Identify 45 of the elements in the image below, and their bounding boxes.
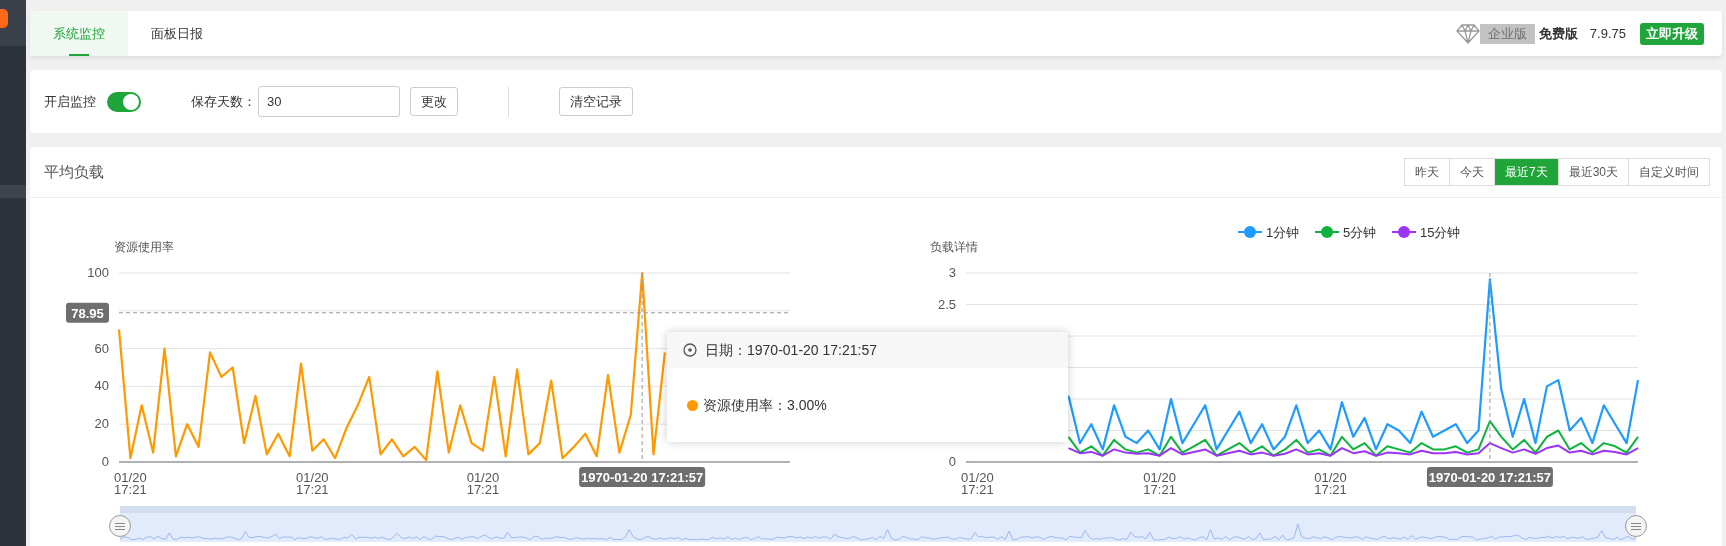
- toggle-label: 开启监控: [44, 92, 96, 111]
- plan-label: 免费版: [1538, 24, 1578, 43]
- clear-records-button[interactable]: 清空记录: [559, 87, 633, 116]
- axis-tick-label: 01/20 17:21: [296, 470, 329, 497]
- legend-label[interactable]: 1分钟: [1266, 225, 1300, 240]
- axis-tick-label: 20: [94, 416, 109, 432]
- edition-badge: 企业版: [1479, 23, 1535, 44]
- axis-tick-label: 01/20 17:21: [466, 470, 500, 497]
- legend-marker-icon: [1237, 226, 1263, 238]
- zoom-slider[interactable]: [120, 506, 1636, 542]
- clock-icon: [683, 343, 697, 357]
- version-label: 7.9.75: [1589, 24, 1626, 43]
- axis-tick-label: 2.5: [937, 296, 956, 312]
- change-button[interactable]: 更改: [410, 87, 458, 116]
- tooltip-value: 资源使用率：3.00%: [703, 395, 827, 415]
- slider-handle[interactable]: [109, 515, 131, 537]
- axis-tick-label: 100: [87, 265, 109, 280]
- axis-tick-label: 01/20 17:21: [114, 470, 147, 497]
- slider-handle[interactable]: [1625, 515, 1647, 537]
- legend-marker-icon: [1314, 226, 1340, 238]
- pointer-label: 1970-01-20 17:21:57: [579, 467, 706, 487]
- axis-tick-label: 01/20 17:21: [961, 470, 994, 497]
- axis-tick-label: 0: [948, 454, 956, 469]
- monitor-toggle[interactable]: [107, 91, 141, 112]
- axis-tick-label: 40: [94, 378, 109, 394]
- axis-title: 资源使用率: [114, 240, 174, 254]
- pointer-label: 78.95: [66, 302, 109, 323]
- tooltip-date: 日期：1970-01-20 17:21:57: [705, 340, 877, 360]
- axis-tick-label: 60: [94, 340, 109, 356]
- panel-title: 平均负载: [44, 161, 104, 182]
- retention-days-input[interactable]: 30: [258, 86, 400, 117]
- legend-label[interactable]: 5分钟: [1343, 225, 1377, 240]
- legend-marker-icon: [1391, 226, 1417, 238]
- axis-tick-label: 0: [101, 454, 109, 469]
- pointer-label: 1970-01-20 17:21:57: [1426, 467, 1553, 487]
- retention-label: 保存天数：: [191, 92, 256, 111]
- ref-line-label: 78.95: [71, 305, 104, 321]
- tab[interactable]: 面板日报: [128, 11, 226, 56]
- diamond-icon: [1455, 23, 1480, 44]
- axis-title: 负载详情: [930, 240, 978, 254]
- axis-tick-label: 01/20 17:21: [1314, 470, 1347, 497]
- axis-tick-label: 01/20 17:21: [1143, 470, 1176, 497]
- axis-tick-label: 3: [948, 265, 956, 280]
- legend-label[interactable]: 15分钟: [1420, 225, 1461, 240]
- badge-icon: [0, 9, 8, 28]
